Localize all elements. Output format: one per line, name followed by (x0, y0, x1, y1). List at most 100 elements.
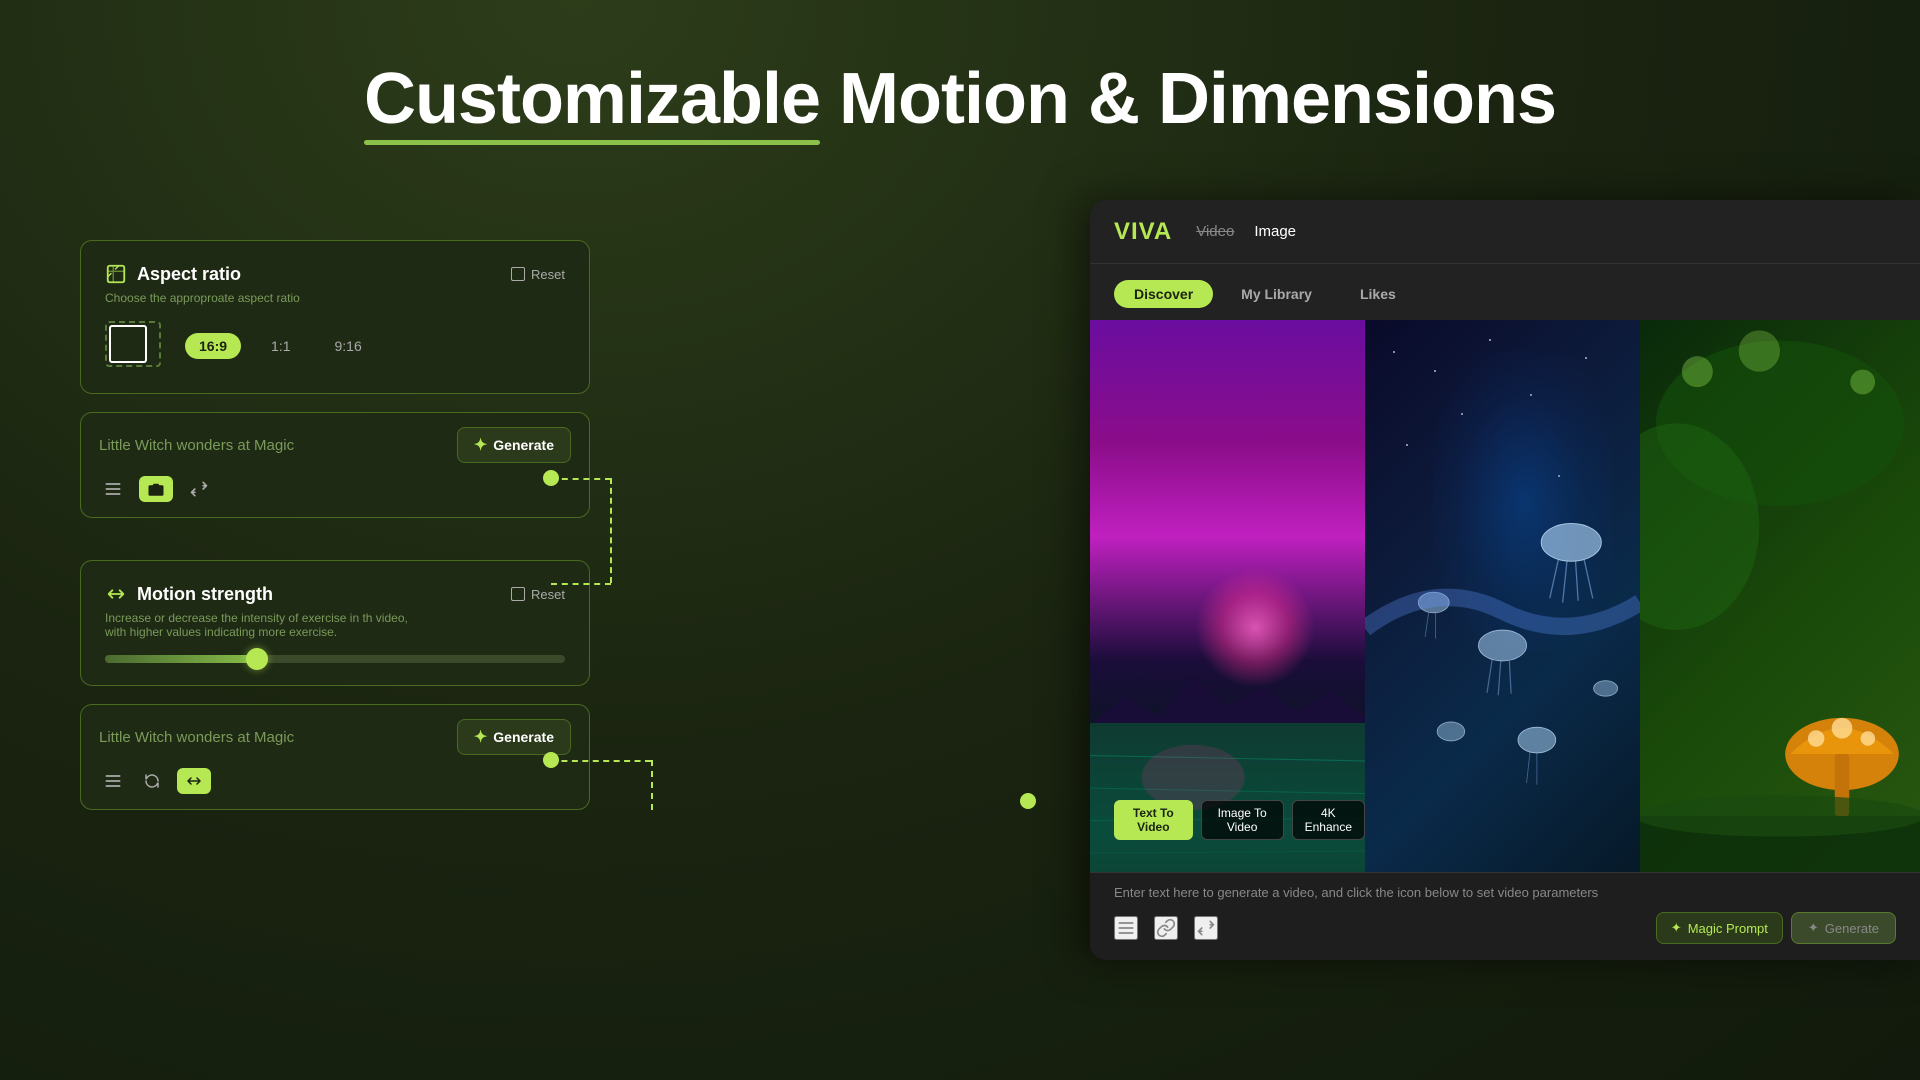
connector-dot-2 (543, 752, 559, 768)
generate-label-bottom: Generate (493, 729, 554, 745)
page-title: Customizable Motion & Dimensions (0, 60, 1920, 139)
title-word-customizable: Customizable (364, 60, 820, 139)
page-header: Customizable Motion & Dimensions (0, 0, 1920, 139)
magic-prompt-label: Magic Prompt (1688, 921, 1768, 936)
discover-tab-likes[interactable]: Likes (1340, 280, 1416, 308)
generate-button-bottom[interactable]: ✦ Generate (457, 719, 571, 755)
ratio-16-9-button[interactable]: 16:9 (185, 333, 241, 359)
motion-icon (105, 583, 127, 605)
bottom-icons-row: ✦ Magic Prompt ✦ Generate (1114, 912, 1896, 944)
settings-icon-button-bottom[interactable] (99, 767, 127, 795)
prompt-input-row-top: Little Witch wonders at Magic ✦ Generate (99, 427, 571, 463)
bottom-cards-section: Motion strength Reset Increase or decrea… (80, 560, 590, 810)
motion-reset-button[interactable]: Reset (511, 587, 565, 602)
app-spark-icon: ✦ (1808, 920, 1819, 936)
prompt-icons-top (99, 475, 571, 503)
discover-tab-library[interactable]: My Library (1221, 280, 1332, 308)
motion-card-title-row: Motion strength (105, 583, 273, 605)
bottom-swap-icon (1196, 918, 1216, 938)
connector-dot-3 (1020, 793, 1036, 809)
ratio-9-16-button[interactable]: 9:16 (321, 333, 376, 359)
spark-icon-bottom: ✦ (474, 727, 487, 747)
card-title-row: Aspect ratio (105, 263, 241, 285)
app-logo: VIVA (1114, 218, 1172, 246)
video-overlay-tags: Text To Video Image To Video 4K Enhance (1114, 800, 1365, 840)
app-generate-label: Generate (1825, 921, 1879, 936)
bottom-swap-icon-button[interactable] (1194, 916, 1218, 940)
motion-subtitle-1: Increase or decrease the intensity of ex… (105, 611, 408, 625)
app-mockup: VIVA Video Image Discover My Library Lik… (1090, 200, 1920, 960)
aspect-ratio-card: Aspect ratio Reset Choose the approproat… (80, 240, 590, 394)
prompt-card-bottom: Little Witch wonders at Magic ✦ Generate (80, 704, 590, 810)
motion-strength-icon (185, 772, 203, 790)
gallery-item-3[interactable] (1640, 320, 1920, 940)
star-3 (1489, 339, 1491, 341)
reset-label: Reset (531, 267, 565, 282)
aspect-ratio-row: 16:9 1:1 9:16 (105, 321, 565, 371)
discover-tab-discover[interactable]: Discover (1114, 280, 1213, 308)
gallery-item-2[interactable] (1365, 320, 1640, 940)
4k-enhance-tag[interactable]: 4K Enhance (1292, 800, 1365, 840)
aspect-ratio-subtitle: Choose the approproate aspect ratio (105, 291, 565, 305)
app-mockup-inner: VIVA Video Image Discover My Library Lik… (1090, 200, 1920, 960)
refresh-icon (143, 772, 161, 790)
swap-icon-button-top[interactable] (185, 475, 213, 503)
slider-fill (105, 655, 266, 663)
camera-icon-button-top[interactable] (139, 476, 173, 502)
bottom-link-icon (1156, 918, 1176, 938)
discover-tabs: Discover My Library Likes (1090, 264, 1920, 320)
motion-reset-icon (511, 587, 525, 601)
bottom-right-buttons: ✦ Magic Prompt ✦ Generate (1656, 912, 1896, 944)
ratio-options: 16:9 1:1 9:16 (185, 333, 376, 359)
bottom-input-text: Enter text here to generate a video, and… (1114, 885, 1896, 900)
star-1 (1393, 351, 1395, 353)
gallery-grid: Text To Video Image To Video 4K Enhance (1090, 320, 1920, 940)
nav-tab-image[interactable]: Image (1254, 219, 1296, 244)
magic-spark-icon: ✦ (1671, 920, 1682, 936)
text-to-video-tag[interactable]: Text To Video (1114, 800, 1193, 840)
settings-icon-button-top[interactable] (99, 475, 127, 503)
aspect-preview-inner (109, 325, 147, 363)
generate-button-top[interactable]: ✦ Generate (457, 427, 571, 463)
connector-dot-1 (543, 470, 559, 486)
app-generate-button[interactable]: ✦ Generate (1791, 912, 1896, 944)
motion-icon-button-bottom[interactable] (177, 768, 211, 794)
slider-thumb[interactable] (246, 648, 268, 670)
bottom-link-icon-button[interactable] (1154, 916, 1178, 940)
bottom-left-icons (1114, 916, 1218, 940)
top-cards-section: Aspect ratio Reset Choose the approproat… (80, 240, 590, 518)
logo-text: VIVA (1114, 218, 1172, 245)
motion-strength-card: Motion strength Reset Increase or decrea… (80, 560, 590, 686)
app-bottom-bar: Enter text here to generate a video, and… (1090, 872, 1920, 960)
motion-subtitle: Increase or decrease the intensity of ex… (105, 611, 565, 639)
swap-icon (189, 479, 209, 499)
prompt-text-top: Little Witch wonders at Magic (99, 437, 294, 454)
settings-icon-bottom (103, 771, 123, 791)
gallery-item-1[interactable]: Text To Video Image To Video 4K Enhance (1090, 320, 1365, 940)
motion-reset-label: Reset (531, 587, 565, 602)
prompt-input-row-bottom: Little Witch wonders at Magic ✦ Generate (99, 719, 571, 755)
magic-prompt-button[interactable]: ✦ Magic Prompt (1656, 912, 1783, 944)
camera-icon (147, 480, 165, 498)
settings-icon (103, 479, 123, 499)
ratio-1-1-button[interactable]: 1:1 (257, 333, 304, 359)
dashed-line-h-3 (551, 760, 651, 762)
dashed-line-v-2 (651, 760, 653, 810)
aspect-ratio-reset-button[interactable]: Reset (511, 267, 565, 282)
refresh-icon-button-bottom[interactable] (139, 768, 165, 794)
aspect-ratio-icon (105, 263, 127, 285)
app-topbar: VIVA Video Image (1090, 200, 1920, 264)
dashed-line-h-2 (551, 583, 611, 585)
aspect-ratio-card-header: Aspect ratio Reset (105, 263, 565, 285)
spark-icon-top: ✦ (474, 435, 487, 455)
nav-tab-video[interactable]: Video (1196, 219, 1234, 244)
bottom-settings-icon-button[interactable] (1114, 916, 1138, 940)
image-to-video-tag[interactable]: Image To Video (1201, 800, 1284, 840)
aspect-preview (105, 321, 165, 371)
slider-track (105, 655, 565, 663)
dashed-line-h-1 (551, 478, 611, 480)
bottom-settings-icon (1116, 918, 1136, 938)
pink-glow (1195, 568, 1315, 688)
motion-slider-container[interactable] (105, 655, 565, 663)
generate-label-top: Generate (493, 437, 554, 453)
